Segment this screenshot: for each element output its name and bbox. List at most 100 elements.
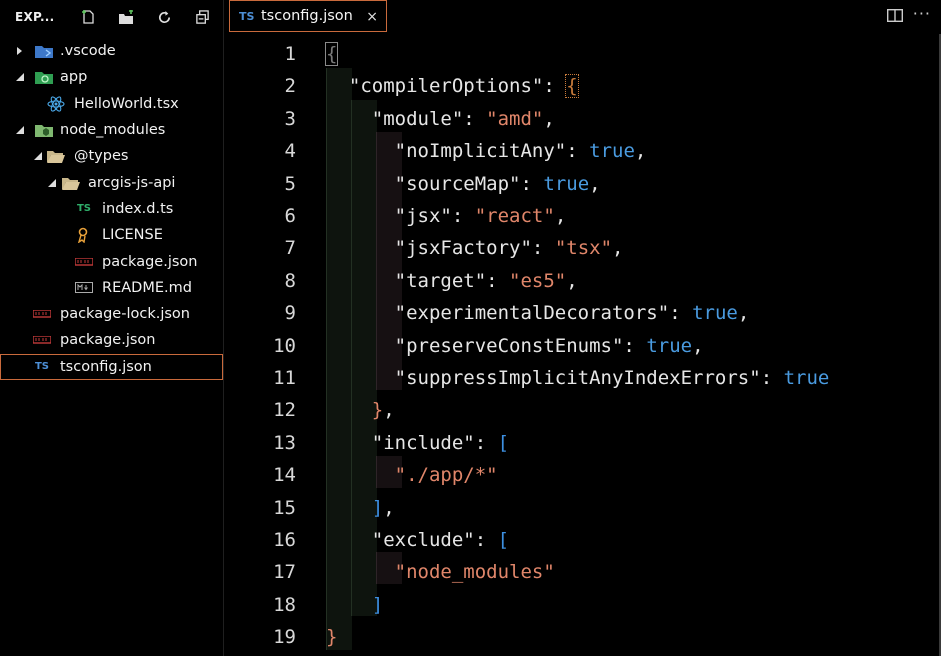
line-number: 15 <box>273 496 296 519</box>
line-number: 16 <box>273 529 296 551</box>
tree-item-helloworld[interactable]: HelloWorld.tsx <box>0 91 223 117</box>
code-line[interactable]: "target": "es5", <box>326 265 578 297</box>
code-token: : <box>623 334 647 357</box>
chevron-down-icon[interactable] <box>14 71 26 83</box>
tree-item-app[interactable]: app <box>0 64 223 90</box>
code-token: , <box>692 334 704 357</box>
tree-item-vscode[interactable]: .vscode <box>0 38 223 64</box>
code-token: { <box>324 42 339 66</box>
tree-item-label: app <box>60 69 88 86</box>
chevron-down-icon[interactable] <box>46 177 58 189</box>
line-number: 7 <box>284 237 296 260</box>
code-line[interactable]: "./app/*" <box>326 459 498 491</box>
code-token: : <box>566 140 590 163</box>
code-line[interactable]: "node_modules" <box>326 556 555 588</box>
tree-item-arcgis-js-api[interactable]: arcgis-js-api <box>0 169 223 195</box>
markdown-icon <box>75 281 93 295</box>
tree-item-label: @types <box>74 148 129 165</box>
line-number: 4 <box>284 140 296 163</box>
line-number: 2 <box>284 75 296 98</box>
tree-item-license[interactable]: LICENSE <box>0 222 223 248</box>
tree-item-package-json[interactable]: package.json <box>0 327 223 353</box>
code-line[interactable]: } <box>326 621 337 653</box>
tree-item-label: package.json <box>102 253 198 270</box>
chevron-down-icon[interactable] <box>32 150 44 162</box>
line-number: 3 <box>284 107 296 130</box>
tree-item-package-json-nested[interactable]: package.json <box>0 248 223 274</box>
code-token: { <box>565 74 579 99</box>
more-actions-icon[interactable]: ··· <box>913 4 931 23</box>
code-editor[interactable]: 1 2 3 4 5 6 7 8 9 10 11 12 13 14 15 16 17 18 19 { "compile… <box>224 34 941 656</box>
refresh-icon[interactable] <box>145 7 183 27</box>
line-number-gutter: 1 2 3 4 5 6 7 8 9 10 11 12 13 14 15 16 17 18 19 <box>224 34 296 656</box>
tab-tsconfig-json[interactable]: TS tsconfig.json × <box>229 0 387 32</box>
code-line[interactable]: "experimentalDecorators": true, <box>326 297 750 329</box>
tree-item-package-lock-json[interactable]: package-lock.json <box>0 301 223 327</box>
code-line[interactable]: ] <box>326 589 383 621</box>
line-number: 13 <box>273 431 296 454</box>
code-line[interactable]: "preserveConstEnums": true, <box>326 330 704 362</box>
code-token: "exclude" <box>371 529 475 551</box>
folder-vscode-icon <box>35 44 53 59</box>
code-line[interactable]: "include": [ <box>326 427 509 459</box>
split-editor-icon[interactable] <box>887 9 903 22</box>
code-token: : <box>474 431 498 454</box>
license-icon <box>75 227 93 244</box>
npm-icon <box>75 255 93 269</box>
chevron-right-icon[interactable] <box>14 45 26 57</box>
code-line[interactable]: "suppressImplicitAnyIndexErrors": true <box>326 362 830 394</box>
code-token: } <box>326 626 338 649</box>
code-token: : <box>760 367 784 389</box>
code-token: , <box>554 205 567 227</box>
explorer-actions <box>69 7 221 27</box>
tree-item-tsconfig-json[interactable]: TS tsconfig.json <box>0 353 223 380</box>
code-line[interactable]: ], <box>326 492 395 524</box>
new-folder-icon[interactable] <box>107 7 145 27</box>
editor-tab-bar: TS tsconfig.json × ··· <box>224 0 941 34</box>
line-number: 14 <box>273 464 296 487</box>
code-token: , <box>566 269 578 292</box>
collapse-all-icon[interactable] <box>183 7 221 27</box>
code-line[interactable]: "exclude": [ <box>326 524 509 556</box>
chevron-down-icon[interactable] <box>14 124 26 136</box>
close-icon[interactable]: × <box>366 9 378 25</box>
code-token: : <box>451 205 475 227</box>
code-area[interactable]: { "compilerOptions": { "module": "amd", … <box>324 34 941 656</box>
code-line[interactable]: "compilerOptions": { <box>326 70 579 102</box>
code-token: : <box>669 302 693 325</box>
code-line[interactable]: "jsxFactory": "tsx", <box>326 232 624 264</box>
code-token: ] <box>371 496 384 519</box>
tree-item-index-d-ts[interactable]: TS index.d.ts <box>0 196 223 222</box>
code-line[interactable]: "noImplicitAny": true, <box>326 135 647 167</box>
code-token: true <box>692 302 738 325</box>
tree-item-types[interactable]: @types <box>0 143 223 169</box>
code-token: true <box>589 140 635 163</box>
code-token: "noImplicitAny" <box>394 140 567 163</box>
tree-item-readme[interactable]: README.md <box>0 275 223 301</box>
tree-item-node-modules[interactable]: node_modules <box>0 117 223 143</box>
line-number: 6 <box>284 205 296 227</box>
code-token: "es5" <box>509 269 567 292</box>
line-number: 10 <box>273 334 296 357</box>
code-line[interactable]: { <box>324 38 339 70</box>
code-line[interactable]: "jsx": "react", <box>326 200 567 232</box>
tab-label: tsconfig.json <box>261 8 353 24</box>
code-token: "react" <box>474 205 555 227</box>
code-line[interactable]: }, <box>326 394 395 426</box>
tree-item-label: package.json <box>60 332 156 349</box>
code-line[interactable]: "sourceMap": true, <box>326 168 601 200</box>
code-token: true <box>646 334 693 357</box>
code-line[interactable]: "module": "amd", <box>326 103 555 135</box>
new-file-icon[interactable] <box>69 7 107 27</box>
line-number: 17 <box>273 561 296 584</box>
